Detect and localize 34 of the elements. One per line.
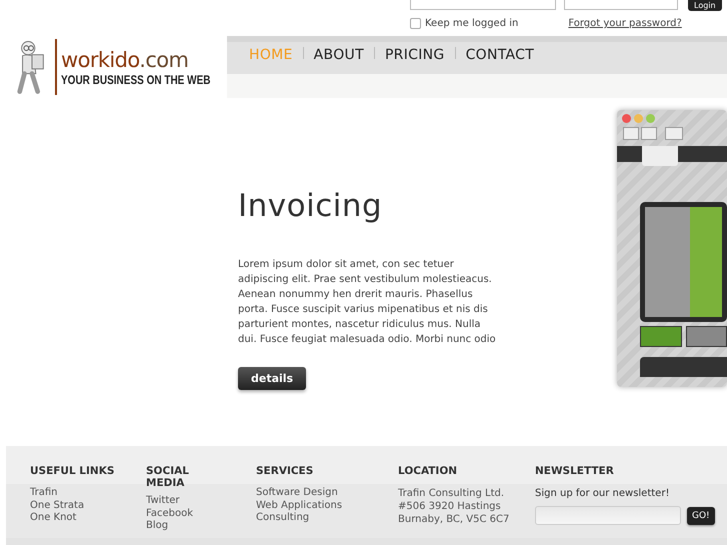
password-field[interactable] [564,0,678,10]
nav-link[interactable]: ABOUT [314,47,364,63]
details-button[interactable]: details [238,367,306,390]
footer-heading: SERVICES [256,465,314,477]
footer-link[interactable]: Facebook [146,508,256,520]
login-button[interactable]: Login [688,0,722,11]
keep-logged-in-label: Keep me logged in [425,18,518,29]
newsletter-go-button[interactable]: GO! [687,506,715,524]
address-line: #506 3920 Hastings [398,500,502,513]
nav-link[interactable]: CONTACT [466,47,534,63]
keep-logged-in-checkbox[interactable] [410,18,421,29]
footer-heading: LOCATION [398,465,458,477]
footer-link[interactable]: Twitter [146,495,256,508]
address-line: Burnaby, BC, V5C 6C7 [398,513,510,526]
logo-wordmark[interactable]: workido.com [61,47,188,73]
address-line: Trafin Consulting Ltd. [398,487,506,500]
footer-heading: USEFUL LINKS [30,465,116,477]
hero-title: Invoicing [238,188,384,224]
username-field[interactable] [410,0,556,10]
footer-link[interactable]: Software Design [256,487,398,500]
footer-link[interactable]: Blog [146,520,256,534]
footer-link[interactable]: One Strata [30,500,146,512]
nav-link[interactable]: PRICING [384,47,445,63]
footer-link[interactable]: One Knot [30,512,146,526]
footer-link[interactable]: Consulting [256,512,398,526]
logo-tagline: YOUR BUSINESS ON THE WEB [61,73,210,87]
newsletter-email-field[interactable] [535,506,681,525]
footer-heading: SOCIAL MEDIA [146,465,190,489]
footer-heading: NEWSLETTER [535,465,615,477]
footer-link[interactable]: Trafin [30,487,146,500]
footer-link[interactable]: Web Applications [256,500,398,512]
forgot-password-link[interactable]: Forgot your password? [568,18,682,29]
newsletter-text: Sign up for our newsletter! [535,488,670,499]
hero-text: Lorem ipsum dolor sit amet, con sec tetuer adipiscing elit. Prae sent vestibulum molestieacus. Aenean nonummy hen drerit mauris. Phasellus porta. Fusce suscipit varius mipenatibus et nis dis parturient montes, nascetur ridiculus mus. Nulla dui. Fusce feugiat malesuada odio. Morbi nunc odio [238,258,497,347]
